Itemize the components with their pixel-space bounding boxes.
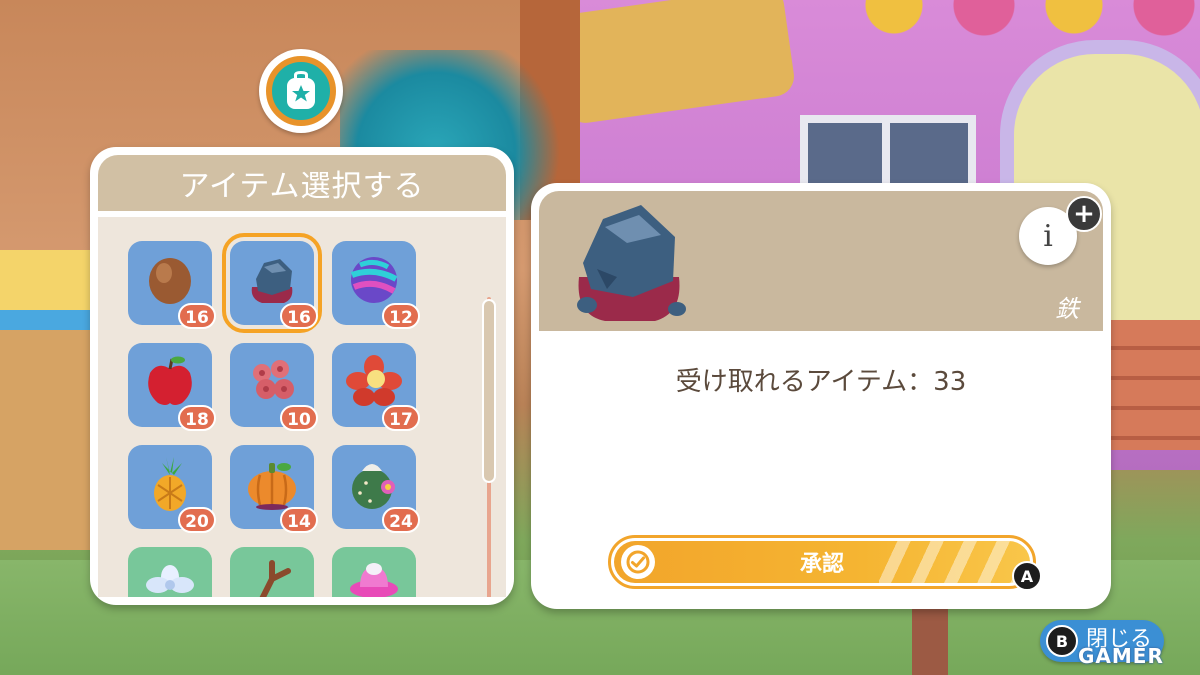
confirm-button-label: 承認: [799, 552, 844, 577]
white-flower-icon: [146, 565, 194, 593]
item-slot-pumpkin[interactable]: 14: [230, 445, 318, 533]
item-count: 20: [178, 507, 216, 533]
item-slot-iron-ore[interactable]: 16: [222, 233, 322, 333]
receivable-items-text: 受け取れるアイテム：33: [675, 367, 967, 397]
iron-ore-icon: [251, 259, 293, 303]
backpack-icon: [259, 49, 343, 133]
item-detail-header: 鉄: [539, 191, 1103, 331]
lantern-balls: [840, 0, 1200, 40]
item-count: 24: [382, 507, 420, 533]
plus-icon[interactable]: +: [1066, 196, 1102, 232]
a-button-hint-icon: A: [1012, 561, 1042, 591]
plus-glyph: +: [1073, 199, 1095, 229]
item-slot-hibiscus[interactable]: 17: [332, 343, 420, 431]
item-slot-apple[interactable]: 18: [128, 343, 216, 431]
item-count: 16: [280, 303, 318, 329]
pineapple-icon: [154, 457, 186, 511]
item-select-title: アイテム選択する: [98, 155, 506, 211]
item-slot-pineapple[interactable]: 20: [128, 445, 216, 533]
apple-icon: [148, 356, 192, 405]
iron-ore-icon: [577, 205, 686, 321]
pumpkin-icon: [248, 463, 296, 510]
coconut-icon: [149, 258, 191, 304]
cactus-ball-icon: [352, 464, 395, 509]
item-slot-white-flower[interactable]: [128, 547, 212, 597]
item-count: 12: [382, 303, 420, 329]
item-slot-coconut[interactable]: 16: [128, 241, 216, 329]
info-icon: i: [1043, 218, 1053, 254]
shelf-furniture: [0, 250, 90, 550]
scrollbar-thumb[interactable]: [482, 299, 496, 483]
item-count: 16: [178, 303, 216, 329]
item-count: 18: [178, 405, 216, 431]
item-slot-striped-marble[interactable]: 12: [332, 241, 420, 329]
item-count: 14: [280, 507, 318, 533]
branch-icon: [259, 560, 291, 597]
wooden-deck: [1110, 320, 1200, 450]
coral-icon: [253, 360, 294, 399]
item-slot-coral[interactable]: 10: [230, 343, 318, 431]
item-slot-cactus-ball[interactable]: 24: [332, 445, 420, 533]
sign-pole: [912, 600, 948, 675]
pink-hat-icon: [350, 563, 398, 597]
item-name: 鉄: [1055, 295, 1079, 323]
item-count: 10: [280, 405, 318, 431]
item-count: 17: [382, 405, 420, 431]
item-list-scrollbar[interactable]: [482, 297, 496, 597]
item-slot-branch[interactable]: [230, 547, 314, 597]
b-button-hint-icon: B: [1046, 625, 1078, 657]
item-grid: 16 16 12 18 10 17 20 14 24: [98, 217, 506, 597]
striped-marble-icon: [350, 257, 398, 303]
confirm-button[interactable]: 承認: [608, 535, 1036, 589]
item-slot-pink-hat[interactable]: [332, 547, 416, 597]
item-select-panel: アイテム選択する 16 16 12 18 10 17 20 14 24: [90, 147, 514, 605]
hibiscus-flower-icon: [346, 355, 402, 406]
gamer-watermark: GAMER: [1078, 644, 1164, 668]
